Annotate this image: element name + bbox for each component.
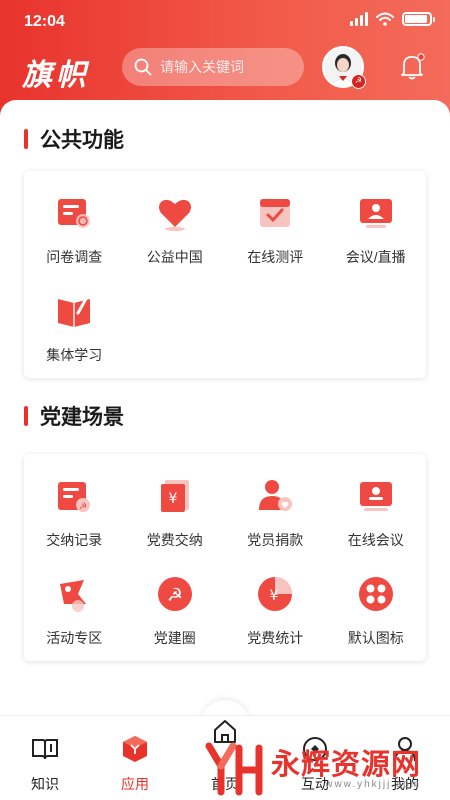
grid-item-dues-statistics[interactable]: ¥ 党费统计 bbox=[225, 552, 326, 650]
public-functions-card: 问卷调查 公益中国 在线测评 会议/直播 集体学习 bbox=[24, 171, 426, 378]
grid-item-dues-payment[interactable]: ¥ 党费交纳 bbox=[125, 454, 226, 552]
party-badge-icon: ☭ bbox=[351, 74, 366, 89]
search-icon bbox=[134, 58, 152, 76]
grid-item-label: 党员捐款 bbox=[247, 532, 304, 548]
status-time: 12:04 bbox=[24, 13, 65, 30]
grid-item-label: 党费统计 bbox=[247, 630, 304, 646]
section-title-party: 党建场景 bbox=[24, 401, 124, 431]
party-scenes-card: ☭ 交纳记录 ¥ 党费交纳 党员捐款 在线会议 活动专区 ☭ 党建圈 ¥ 党费统… bbox=[24, 454, 426, 661]
tab-label: 互动 bbox=[301, 776, 329, 792]
home-icon bbox=[212, 718, 238, 744]
profile-icon bbox=[393, 736, 417, 762]
notification-bell-icon[interactable] bbox=[400, 52, 426, 80]
yuan-pie-icon: ¥ bbox=[255, 574, 295, 614]
grid-item-charity[interactable]: 公益中国 bbox=[125, 171, 226, 269]
online-meeting-icon bbox=[356, 476, 396, 516]
grid-item-label: 默认图标 bbox=[347, 630, 404, 646]
section-title-public: 公共功能 bbox=[24, 124, 124, 154]
svg-text:¥: ¥ bbox=[270, 588, 279, 604]
tab-knowledge[interactable]: 知识 bbox=[0, 716, 90, 800]
app-header: 旗帜 ☭ bbox=[0, 44, 450, 100]
wifi-icon bbox=[376, 12, 394, 26]
grid-item-member-donation[interactable]: 党员捐款 bbox=[225, 454, 326, 552]
four-dots-icon bbox=[356, 574, 396, 614]
tab-label: 应用 bbox=[121, 776, 149, 792]
grid-item-group-study[interactable]: 集体学习 bbox=[24, 269, 125, 367]
grid-item-assessment[interactable]: 在线测评 bbox=[225, 171, 326, 269]
payment-record-icon: ☭ bbox=[54, 476, 94, 516]
grid-item-label: 会议/直播 bbox=[345, 249, 406, 265]
grid-item-label: 交纳记录 bbox=[46, 532, 103, 548]
grid-item-party-circle[interactable]: ☭ 党建圈 bbox=[125, 552, 226, 650]
grid-item-default-icon[interactable]: 默认图标 bbox=[326, 552, 427, 650]
grid-item-online-meeting[interactable]: 在线会议 bbox=[326, 454, 427, 552]
yuan-bill-icon: ¥ bbox=[155, 476, 195, 516]
meeting-screen-icon bbox=[356, 193, 396, 233]
section-title-text: 公共功能 bbox=[40, 127, 124, 152]
flag-icon bbox=[54, 574, 94, 614]
cellular-signal-icon bbox=[350, 12, 368, 26]
grid-item-payment-records[interactable]: ☭ 交纳记录 bbox=[24, 454, 125, 552]
tab-profile[interactable]: 我的 bbox=[360, 716, 450, 800]
tab-label: 首页 bbox=[211, 776, 239, 792]
tab-interaction[interactable]: 互动 bbox=[270, 716, 360, 800]
grid-item-label: 党费交纳 bbox=[146, 532, 203, 548]
section-accent-bar bbox=[24, 406, 28, 426]
survey-icon bbox=[54, 193, 94, 233]
book-icon bbox=[31, 736, 59, 762]
book-pen-icon bbox=[54, 291, 94, 331]
search-input[interactable] bbox=[160, 59, 290, 75]
grid-item-label: 公益中国 bbox=[146, 249, 203, 265]
search-bar[interactable] bbox=[122, 48, 304, 86]
svg-text:¥: ¥ bbox=[168, 491, 177, 507]
grid-item-label: 党建圈 bbox=[153, 630, 196, 646]
grid-item-label: 在线测评 bbox=[247, 249, 304, 265]
calendar-check-icon bbox=[255, 193, 295, 233]
member-heart-icon bbox=[255, 476, 295, 516]
interaction-icon bbox=[302, 736, 328, 762]
section-accent-bar bbox=[24, 129, 28, 149]
svg-text:☭: ☭ bbox=[167, 585, 183, 605]
battery-icon bbox=[402, 12, 435, 26]
grid-item-label: 集体学习 bbox=[46, 347, 103, 363]
svg-text:☭: ☭ bbox=[79, 501, 87, 511]
grid-item-activity-zone[interactable]: 活动专区 bbox=[24, 552, 125, 650]
tab-home[interactable]: 首页 bbox=[180, 716, 270, 800]
tab-label: 知识 bbox=[31, 776, 59, 792]
tab-apps[interactable]: 应用 bbox=[90, 716, 180, 800]
tab-label: 我的 bbox=[391, 776, 419, 792]
grid-item-label: 问卷调查 bbox=[46, 249, 103, 265]
grid-item-label: 活动专区 bbox=[46, 630, 103, 646]
grid-item-label: 在线会议 bbox=[347, 532, 404, 548]
app-logo: 旗帜 bbox=[22, 58, 90, 93]
party-emblem-icon: ☭ bbox=[155, 574, 195, 614]
grid-item-meeting-live[interactable]: 会议/直播 bbox=[326, 171, 427, 269]
apps-cube-icon bbox=[122, 736, 148, 762]
section-title-text: 党建场景 bbox=[40, 404, 124, 429]
heart-icon bbox=[155, 193, 195, 233]
bottom-tab-bar: 知识 应用 首页 互动 我的 bbox=[0, 715, 450, 800]
grid-item-survey[interactable]: 问卷调查 bbox=[24, 171, 125, 269]
status-bar: 12:04 bbox=[0, 0, 450, 44]
